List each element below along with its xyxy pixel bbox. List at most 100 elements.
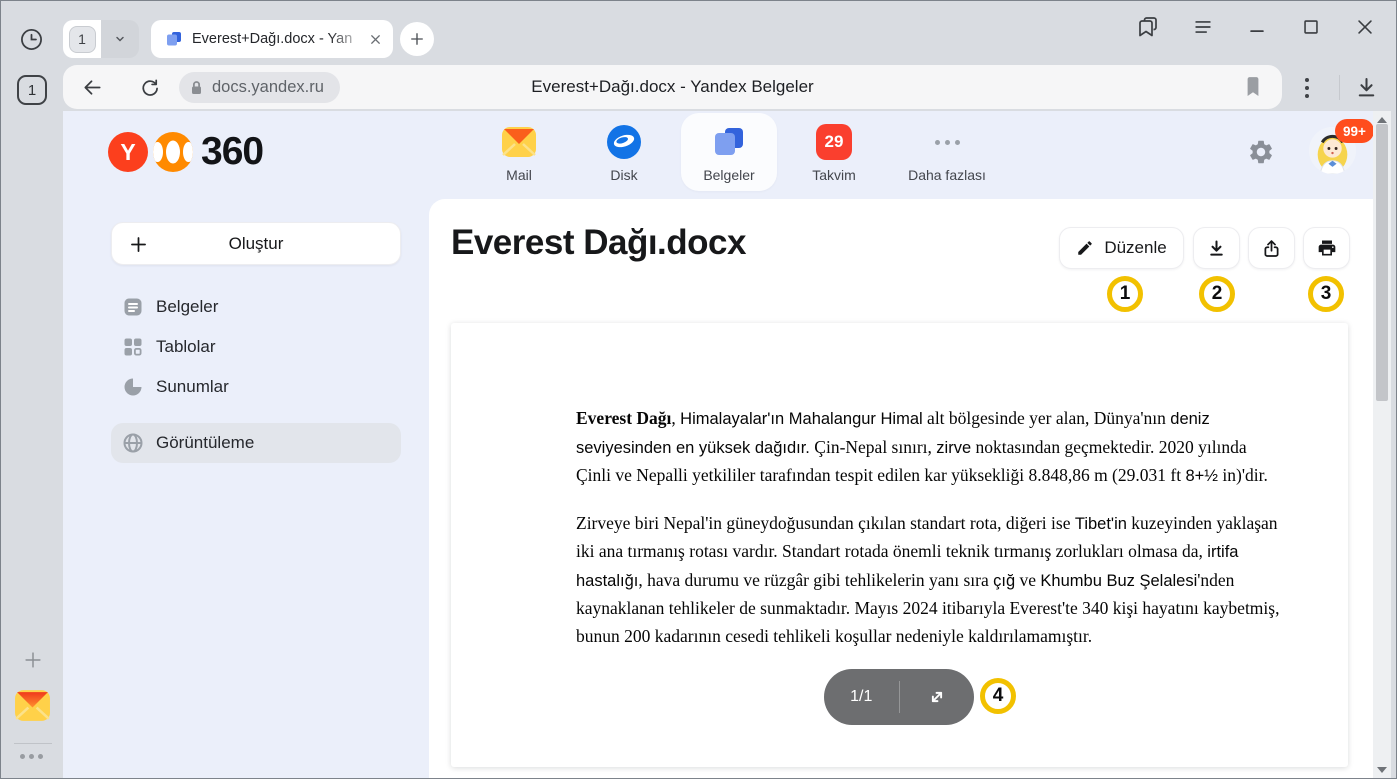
annotation-badge-4: 4 xyxy=(980,678,1016,714)
document-body: Everest Dağı, Himalayalar'ın Mahalangur … xyxy=(576,405,1283,669)
kebab-menu-icon[interactable] xyxy=(1299,75,1315,101)
sidebar-item-goruntuleme[interactable]: Görüntüleme xyxy=(111,423,401,463)
doc-text-segment: , xyxy=(671,408,680,428)
mail-rail-app-icon[interactable] xyxy=(14,687,51,724)
domain-chip[interactable]: docs.yandex.ru xyxy=(179,72,340,103)
sidebar-item-sunumlar[interactable]: Sunumlar xyxy=(111,367,401,407)
create-button[interactable]: Oluştur xyxy=(111,222,401,265)
o360-icon xyxy=(153,132,193,172)
back-icon[interactable] xyxy=(81,76,104,99)
nav-label: Takvim xyxy=(812,167,856,183)
disk-app-icon xyxy=(606,124,642,160)
doc-text-segment: 8+½ xyxy=(1185,467,1218,485)
scrollbar[interactable] xyxy=(1373,111,1391,779)
doc-text-segment: çığ xyxy=(993,572,1015,590)
notification-badge: 99+ xyxy=(1335,119,1374,143)
doc-text-segment: Zirveye biri Nepal'in güneydoğusundan çı… xyxy=(576,513,1075,533)
maximize-button[interactable] xyxy=(1298,14,1324,40)
doc-text-segment: ve xyxy=(1015,570,1040,590)
print-button[interactable] xyxy=(1303,227,1350,269)
calendar-app-icon: 29 xyxy=(816,124,852,160)
tab-group-button[interactable]: 1 xyxy=(63,20,139,58)
documents-icon xyxy=(123,297,143,317)
doc-text-segment: Everest Dağı xyxy=(576,408,671,428)
domain-text: docs.yandex.ru xyxy=(212,78,324,97)
logo-360-text: 360 xyxy=(201,130,263,174)
doc-text-segment: , hava durumu ve rüzgâr gibi tehlikeleri… xyxy=(638,570,993,590)
download-button[interactable] xyxy=(1193,227,1240,269)
nav-item-takvim[interactable]: 29 Takvim xyxy=(786,113,882,191)
doc-text-segment: Çin-Nepal sınırı, xyxy=(810,437,936,457)
bookmark-icon[interactable] xyxy=(1244,76,1262,98)
page-count: 1/1 xyxy=(824,688,899,706)
side-panels-icon[interactable] xyxy=(1135,14,1161,40)
sidebar-item-label: Sunumlar xyxy=(156,377,229,397)
y360-logo[interactable]: Y 360 xyxy=(108,130,263,174)
more-apps-icon xyxy=(929,124,965,160)
sidebar-item-tablolar[interactable]: Tablolar xyxy=(111,327,401,367)
expand-icon xyxy=(926,686,948,708)
scroll-down-arrow[interactable] xyxy=(1377,767,1387,773)
plus-icon xyxy=(408,30,426,48)
yandex-y-icon: Y xyxy=(108,132,148,172)
sidebar-item-label: Belgeler xyxy=(156,297,218,317)
close-window-button[interactable] xyxy=(1352,14,1378,40)
sidebar-item-label: Tablolar xyxy=(156,337,216,357)
rail-divider xyxy=(14,743,52,744)
doc-paragraph-2: Zirveye biri Nepal'in güneydoğusundan çı… xyxy=(576,510,1283,651)
reload-icon[interactable] xyxy=(138,76,161,99)
printer-icon xyxy=(1317,238,1337,258)
nav-item-more[interactable]: Daha fazlası xyxy=(891,113,1003,191)
doc-text-segment: alt bölgesinde yer alan, Dünya'nın xyxy=(923,408,1171,428)
rail-add-icon[interactable] xyxy=(22,649,44,671)
doc-text-segment: Khumbu Buz Şelalesi xyxy=(1040,572,1197,590)
doc-text-segment: Himalayalar'ın Mahalangur Himal xyxy=(680,410,923,428)
scroll-up-arrow[interactable] xyxy=(1377,117,1387,123)
create-label: Oluştur xyxy=(112,223,400,264)
edit-button[interactable]: Düzenle xyxy=(1059,227,1184,269)
chevron-down-icon xyxy=(111,30,129,48)
presentations-icon xyxy=(123,377,143,397)
annotation-badge-3: 3 xyxy=(1308,276,1344,312)
lock-icon xyxy=(189,79,204,97)
tab-close-icon[interactable] xyxy=(368,32,383,47)
edit-label: Düzenle xyxy=(1104,238,1166,258)
downloads-icon[interactable] xyxy=(1353,74,1380,101)
history-icon[interactable] xyxy=(19,27,44,52)
settings-gear-icon[interactable] xyxy=(1247,138,1275,166)
annotation-badge-1: 1 xyxy=(1107,276,1143,312)
scrollbar-thumb[interactable] xyxy=(1376,124,1388,401)
annotation-badge-2: 2 xyxy=(1199,276,1235,312)
doc-text-segment: in)'dir. xyxy=(1218,465,1268,485)
document-title: Everest Dağı.docx xyxy=(451,223,746,263)
toolbar-divider xyxy=(1339,75,1340,100)
nav-label: Daha fazlası xyxy=(908,167,986,183)
doc-paragraph-1: Everest Dağı, Himalayalar'ın Mahalangur … xyxy=(576,405,1283,491)
sidebar-item-label: Görüntüleme xyxy=(156,433,254,453)
tab-group-expand[interactable] xyxy=(101,20,139,58)
service-nav: Mail Disk Belgeler 29 Takvim xyxy=(471,113,1003,191)
nav-label: Mail xyxy=(506,167,532,183)
share-button[interactable] xyxy=(1248,227,1295,269)
minimize-button[interactable] xyxy=(1244,14,1270,40)
menu-icon[interactable] xyxy=(1190,14,1216,40)
tab-group-count: 1 xyxy=(69,26,96,53)
mail-app-icon xyxy=(501,124,537,160)
nav-item-mail[interactable]: Mail xyxy=(471,113,567,191)
tab-title: Everest+Dağı.docx - Yan xyxy=(192,31,368,47)
nav-label: Disk xyxy=(610,167,637,183)
download-icon xyxy=(1206,238,1227,259)
document-app-icon xyxy=(165,30,183,48)
nav-item-disk[interactable]: Disk xyxy=(576,113,672,191)
browser-tab[interactable]: Everest+Dağı.docx - Yan xyxy=(151,20,393,58)
page-indicator-pill[interactable]: 1/1 xyxy=(824,669,974,725)
pencil-icon xyxy=(1076,239,1094,257)
fullscreen-button[interactable] xyxy=(900,686,975,708)
rail-tab-counter[interactable]: 1 xyxy=(17,75,47,105)
nav-item-belgeler[interactable]: Belgeler xyxy=(681,113,777,191)
browser-window: 1 Everest+Dağı.docx - Yan xyxy=(0,0,1397,779)
rail-more-icon[interactable] xyxy=(20,754,43,759)
calendar-day: 29 xyxy=(825,132,844,152)
sidebar-item-belgeler[interactable]: Belgeler xyxy=(111,287,401,327)
new-tab-button[interactable] xyxy=(400,22,434,56)
